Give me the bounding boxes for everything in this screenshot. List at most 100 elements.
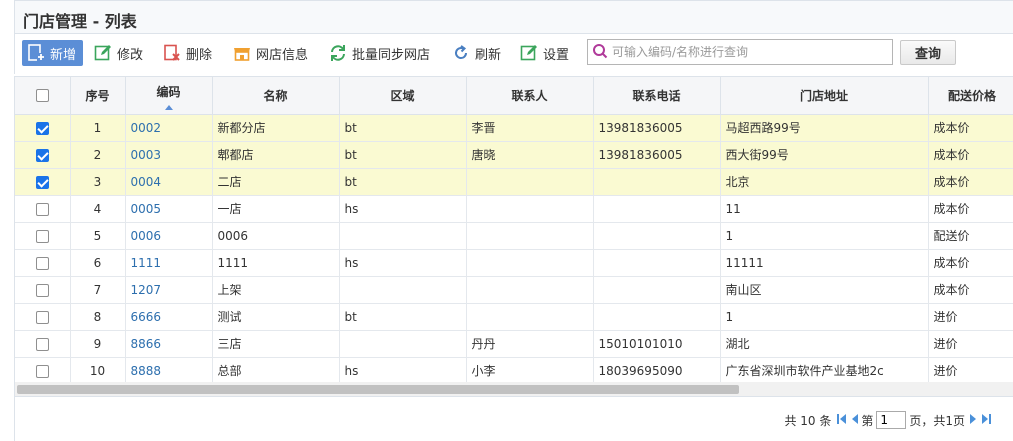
row-checkbox[interactable]	[35, 283, 49, 297]
col-header-phone[interactable]: 联系电话	[593, 77, 721, 115]
table-row[interactable]: 9 8866 三店 丹丹 15010101010 湖北 进价	[15, 330, 1013, 358]
row-checkbox-cell[interactable]	[15, 303, 71, 331]
table-row[interactable]: 8 6666 测试 bt 1 进价	[15, 303, 1013, 331]
table-row[interactable]: 4 0005 一店 hs 11 成本价	[15, 195, 1013, 223]
row-checkbox[interactable]	[35, 121, 49, 135]
col-header-contact[interactable]: 联系人	[466, 77, 594, 115]
row-checkbox-cell[interactable]	[15, 222, 71, 250]
cell-region: bt	[339, 303, 467, 331]
row-checkbox-cell[interactable]	[15, 276, 71, 304]
cell-code[interactable]: 0002	[125, 114, 213, 142]
cell-address: 广东省深圳市软件产业基地2c	[720, 357, 929, 382]
table-row[interactable]: 6 1111 1111 hs 11111 成本价	[15, 249, 1013, 277]
page-suffix: 页，共1页	[909, 413, 965, 428]
row-checkbox[interactable]	[35, 337, 49, 351]
store-info-label: 网店信息	[256, 47, 309, 63]
table-row[interactable]: 1 0002 新都分店 bt 李晋 13981836005 马超西路99号 成本价	[15, 114, 1013, 142]
cell-address: 湖北	[720, 330, 929, 358]
cell-contact	[466, 195, 594, 223]
cell-phone: 13981836005	[593, 141, 721, 169]
batch-sync-button[interactable]: 批量同步网店	[329, 40, 430, 66]
cell-name: 1111	[212, 249, 340, 277]
add-button[interactable]: 新增	[22, 40, 84, 66]
cell-contact	[466, 222, 594, 250]
settings-button[interactable]: 设置	[520, 40, 569, 66]
query-button[interactable]: 查询	[900, 40, 956, 65]
cell-address: 西大街99号	[720, 141, 929, 169]
table-row[interactable]: 5 0006 0006 1 配送价	[15, 222, 1013, 250]
table-row[interactable]: 7 1207 上架 南山区 成本价	[15, 276, 1013, 304]
page-number-input[interactable]	[876, 411, 907, 429]
cell-code[interactable]: 8866	[125, 330, 213, 358]
row-checkbox[interactable]	[35, 175, 49, 189]
row-checkbox-cell[interactable]	[15, 357, 71, 382]
title-bar: 门店管理 - 列表	[14, 0, 1013, 34]
table-row[interactable]: 3 0004 二店 bt 北京 成本价	[15, 168, 1013, 196]
horizontal-scrollbar[interactable]	[14, 382, 1013, 397]
cell-name: 三店	[212, 330, 340, 358]
cell-code[interactable]: 8888	[125, 357, 213, 382]
row-checkbox-cell[interactable]	[15, 330, 71, 358]
next-page-icon[interactable]	[969, 413, 977, 428]
cell-contact: 小李	[466, 357, 594, 382]
cell-code[interactable]: 0005	[125, 195, 213, 223]
cell-address: 马超西路99号	[720, 114, 929, 142]
cell-code[interactable]: 0004	[125, 168, 213, 196]
cell-code[interactable]: 1207	[125, 276, 213, 304]
last-page-icon[interactable]	[981, 413, 991, 428]
table-row[interactable]: 10 8888 总部 hs 小李 18039695090 广东省深圳市软件产业基地2c 进价	[15, 357, 1013, 382]
row-checkbox-cell[interactable]	[15, 141, 71, 169]
row-checkbox[interactable]	[35, 148, 49, 162]
col-header-name[interactable]: 名称	[212, 77, 340, 115]
row-checkbox[interactable]	[35, 229, 49, 243]
row-checkbox[interactable]	[35, 310, 49, 324]
row-checkbox-cell[interactable]	[15, 168, 71, 196]
cell-contact: 丹丹	[466, 330, 594, 358]
col-header-address[interactable]: 门店地址	[720, 77, 929, 115]
cell-price: 成本价	[928, 276, 1013, 304]
first-page-icon[interactable]	[837, 413, 847, 428]
row-checkbox[interactable]	[35, 364, 49, 378]
cell-phone: 15010101010	[593, 330, 721, 358]
cell-index: 7	[70, 276, 126, 304]
table-row[interactable]: 2 0003 郫都店 bt 唐晓 13981836005 西大街99号 成本价	[15, 141, 1013, 169]
cell-price: 进价	[928, 357, 1013, 382]
settings-icon	[520, 44, 538, 62]
search-input[interactable]	[608, 41, 892, 63]
cell-region	[339, 276, 467, 304]
col-header-code[interactable]: 编码	[125, 77, 213, 115]
add-label: 新增	[50, 47, 77, 63]
cell-index: 10	[70, 357, 126, 382]
cell-index: 2	[70, 141, 126, 169]
col-header-index[interactable]: 序号	[70, 77, 126, 115]
sync-icon	[329, 44, 347, 62]
cell-code[interactable]: 1111	[125, 249, 213, 277]
prev-page-icon[interactable]	[851, 413, 859, 428]
cell-code[interactable]: 0003	[125, 141, 213, 169]
total-count: 共 10 条	[784, 413, 832, 428]
cell-address: 南山区	[720, 276, 929, 304]
refresh-label: 刷新	[475, 47, 502, 63]
cell-name: 二店	[212, 168, 340, 196]
row-checkbox[interactable]	[35, 256, 49, 270]
col-header-region[interactable]: 区域	[339, 77, 467, 115]
delete-button[interactable]: 删除	[163, 40, 212, 66]
settings-label: 设置	[543, 47, 570, 63]
select-all-cell[interactable]	[15, 77, 71, 115]
row-checkbox-cell[interactable]	[15, 114, 71, 142]
cell-code[interactable]: 0006	[125, 222, 213, 250]
cell-index: 3	[70, 168, 126, 196]
search-field[interactable]	[587, 39, 893, 65]
store-info-button[interactable]: 网店信息	[233, 40, 308, 66]
scrollbar-thumb[interactable]	[17, 385, 739, 394]
edit-button[interactable]: 修改	[94, 40, 143, 66]
col-header-price[interactable]: 配送价格	[928, 77, 1013, 115]
cell-price: 进价	[928, 330, 1013, 358]
page-title: 门店管理 - 列表	[23, 12, 137, 31]
cell-code[interactable]: 6666	[125, 303, 213, 331]
row-checkbox-cell[interactable]	[15, 195, 71, 223]
row-checkbox-cell[interactable]	[15, 249, 71, 277]
row-checkbox[interactable]	[35, 202, 49, 216]
refresh-button[interactable]: 刷新	[452, 40, 501, 66]
select-all-checkbox[interactable]	[35, 89, 49, 103]
